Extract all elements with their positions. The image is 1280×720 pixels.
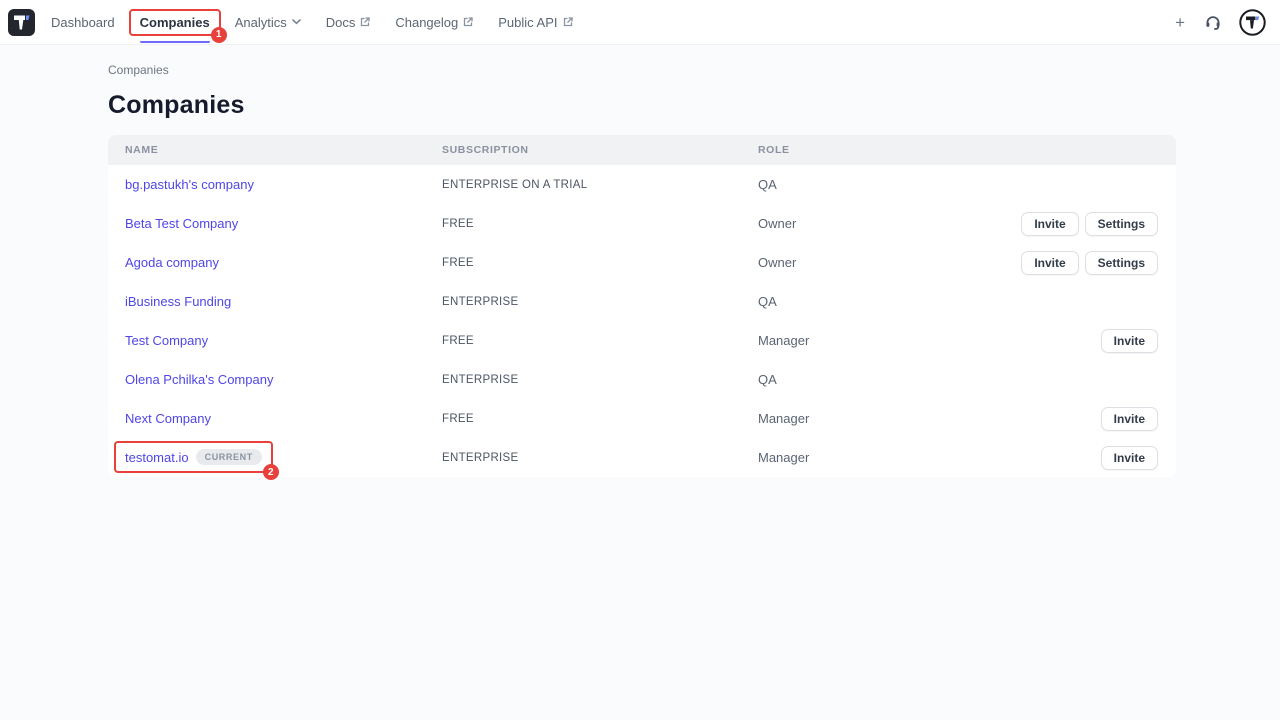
primary-nav: Dashboard Companies 1 xyxy=(51,0,573,44)
table-body: bg.pastukh's company ENTERPRISE ON A TRI… xyxy=(108,165,1176,477)
subscription-value: FREE xyxy=(442,413,758,425)
row-actions: Invite Settings xyxy=(1021,212,1158,236)
top-nav: Dashboard Companies 1 xyxy=(0,0,1280,45)
nav-item-analytics[interactable]: Analytics xyxy=(235,0,301,44)
external-link-icon xyxy=(463,17,473,27)
table-row: bg.pastukh's company ENTERPRISE ON A TRI… xyxy=(108,165,1176,204)
external-link-icon xyxy=(563,17,573,27)
company-link[interactable]: bg.pastukh's company xyxy=(125,177,254,192)
company-link[interactable]: Test Company xyxy=(125,333,208,348)
nav-item-docs[interactable]: Docs xyxy=(326,0,371,44)
table-row: iBusiness Funding ENTERPRISE QA xyxy=(108,282,1176,321)
nav-item-public-api[interactable]: Public API xyxy=(498,0,572,44)
column-header-name: NAME xyxy=(125,144,442,156)
subscription-value: ENTERPRISE xyxy=(442,452,758,464)
settings-button[interactable]: Settings xyxy=(1085,212,1158,236)
main-content: Companies Companies NAME SUBSCRIPTION RO… xyxy=(0,45,1280,477)
subscription-value: FREE xyxy=(442,257,758,269)
row-actions: Invite xyxy=(1101,329,1158,353)
companies-table: NAME SUBSCRIPTION ROLE bg.pastukh's comp… xyxy=(108,135,1176,477)
nav-item-label: Dashboard xyxy=(51,15,115,30)
breadcrumb[interactable]: Companies xyxy=(108,63,169,77)
company-link[interactable]: Next Company xyxy=(125,411,211,426)
role-value: Owner xyxy=(758,216,1021,231)
invite-button[interactable]: Invite xyxy=(1101,407,1158,431)
invite-button[interactable]: Invite xyxy=(1021,212,1078,236)
row-actions: Invite xyxy=(1101,407,1158,431)
invite-button[interactable]: Invite xyxy=(1101,446,1158,470)
subscription-value: ENTERPRISE ON A TRIAL xyxy=(442,179,758,191)
subscription-value: ENTERPRISE xyxy=(442,374,758,386)
company-link[interactable]: Beta Test Company xyxy=(125,216,238,231)
annotation-step-badge: 2 xyxy=(263,464,279,480)
invite-button[interactable]: Invite xyxy=(1021,251,1078,275)
role-value: Manager xyxy=(758,411,1101,426)
row-actions: Invite Settings xyxy=(1021,251,1158,275)
nav-item-label: Changelog xyxy=(395,15,458,30)
column-header-role: ROLE xyxy=(758,144,1158,156)
company-link[interactable]: Olena Pchilka's Company xyxy=(125,372,273,387)
subscription-value: FREE xyxy=(442,218,758,230)
add-icon[interactable]: + xyxy=(1173,12,1187,33)
table-row: Olena Pchilka's Company ENTERPRISE QA xyxy=(108,360,1176,399)
subscription-value: FREE xyxy=(442,335,758,347)
company-link[interactable]: iBusiness Funding xyxy=(125,294,231,309)
table-header: NAME SUBSCRIPTION ROLE xyxy=(108,135,1176,165)
invite-button[interactable]: Invite xyxy=(1101,329,1158,353)
row-actions: Invite xyxy=(1101,446,1158,470)
role-value: QA xyxy=(758,294,1158,309)
chevron-down-icon xyxy=(292,19,301,25)
role-value: Owner xyxy=(758,255,1021,270)
topbar-actions: + xyxy=(1173,9,1266,36)
table-row: testomat.io CURRENT 2 ENTERPRISE Manager… xyxy=(108,438,1176,477)
current-badge: CURRENT xyxy=(196,449,262,465)
company-link[interactable]: Agoda company xyxy=(125,255,219,270)
subscription-value: ENTERPRISE xyxy=(442,296,758,308)
table-row: Beta Test Company FREE Owner Invite Setti… xyxy=(108,204,1176,243)
app-logo-icon[interactable] xyxy=(8,9,35,36)
role-value: Manager xyxy=(758,450,1101,465)
nav-item-companies[interactable]: Companies 1 xyxy=(140,0,210,44)
table-row: Agoda company FREE Owner Invite Settings xyxy=(108,243,1176,282)
role-value: Manager xyxy=(758,333,1101,348)
company-link[interactable]: testomat.io xyxy=(125,450,189,465)
nav-item-label: Analytics xyxy=(235,15,287,30)
nav-item-label: Public API xyxy=(498,15,557,30)
role-value: QA xyxy=(758,177,1158,192)
role-value: QA xyxy=(758,372,1158,387)
user-avatar[interactable] xyxy=(1239,9,1266,36)
nav-item-label: Docs xyxy=(326,15,356,30)
nav-item-dashboard[interactable]: Dashboard xyxy=(51,0,115,44)
page-title: Companies xyxy=(108,91,1280,120)
nav-item-changelog[interactable]: Changelog xyxy=(395,0,473,44)
table-row: Next Company FREE Manager Invite xyxy=(108,399,1176,438)
settings-button[interactable]: Settings xyxy=(1085,251,1158,275)
support-icon[interactable] xyxy=(1204,13,1222,31)
table-row: Test Company FREE Manager Invite xyxy=(108,321,1176,360)
external-link-icon xyxy=(360,17,370,27)
annotation-step-badge: 1 xyxy=(211,27,227,43)
column-header-subscription: SUBSCRIPTION xyxy=(442,144,758,156)
nav-item-label: Companies xyxy=(140,15,210,30)
